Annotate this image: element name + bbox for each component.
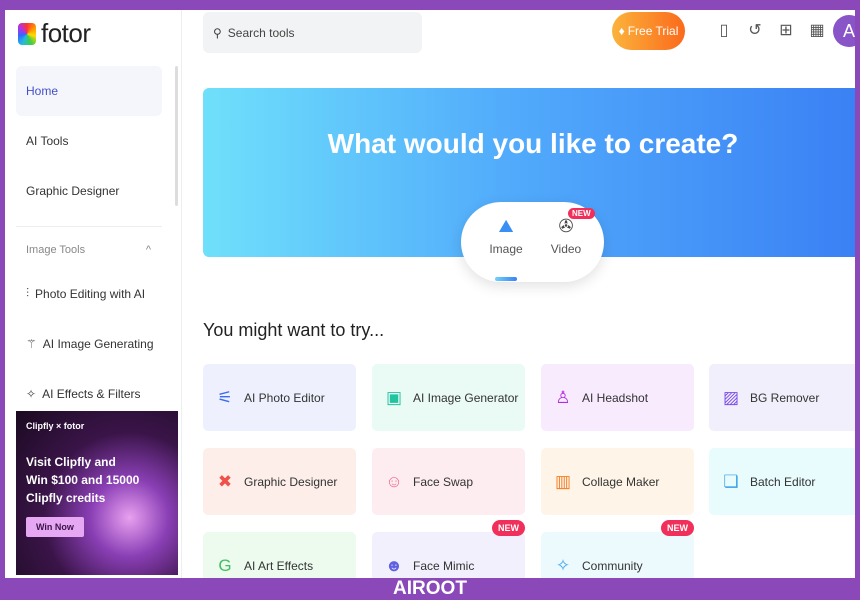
tool-label: Face Swap (413, 474, 474, 489)
tool-icon: ▨ (722, 387, 740, 407)
banner-brand: Clipfly × fotor (26, 421, 85, 431)
tool-card[interactable]: ♙ AI Headshot (541, 364, 694, 431)
new-badge: NEW (568, 208, 595, 219)
sidebar-item-photo-editing[interactable]: ⫶ Photo Editing with AI (26, 286, 145, 301)
label: AI Effects & Filters (42, 387, 141, 401)
avatar[interactable]: A (833, 15, 855, 47)
new-badge: NEW (492, 520, 525, 536)
history-icon[interactable]: ↺ (745, 20, 765, 40)
tool-label: Face Mimic (413, 558, 475, 573)
sidebar-scrollbar[interactable] (175, 66, 178, 206)
sliders-icon: ⫶ (26, 286, 30, 300)
tool-label: AI Image Generator (413, 390, 519, 405)
active-tab-indicator (495, 277, 517, 281)
sidebar-item-graphic-designer[interactable]: Graphic Designer (16, 166, 162, 216)
tool-card[interactable]: ☺ Face Swap (372, 448, 525, 515)
tool-label: Graphic Designer (244, 474, 338, 489)
clipfly-promo-banner[interactable]: Clipfly × fotor Visit Clipfly and Win $10… (16, 411, 178, 575)
logo-text: fotor (41, 18, 91, 48)
logo[interactable]: fotor (18, 18, 91, 49)
watermark: AIROOT (393, 578, 467, 599)
chevron-up-icon[interactable]: ^ (146, 244, 151, 256)
win-now-button[interactable]: Win Now (26, 517, 84, 537)
tab-label: Image (489, 242, 523, 256)
search-placeholder: Search tools (227, 25, 295, 40)
tool-icon: ⚟ (217, 387, 233, 407)
tool-icon: ✧ (555, 555, 571, 575)
mobile-icon[interactable]: ▯ (714, 20, 734, 40)
free-trial-button[interactable]: ♦ Free Trial (612, 12, 685, 50)
sidebar-item-ai-tools[interactable]: AI Tools (16, 116, 162, 166)
film-reel-icon: ✇ NEW (541, 208, 595, 242)
section-label: Image Tools (26, 244, 86, 256)
section-title: You might want to try... (203, 320, 385, 340)
sidebar: fotor Home AI Tools Graphic Designer Ima… (5, 10, 182, 578)
tool-icon: ❏ (723, 471, 739, 491)
tool-card[interactable]: G AI Art Effects (203, 532, 356, 578)
gift-icon[interactable]: ⊞ (776, 20, 796, 40)
search-icon: ⚲ (213, 25, 222, 40)
effects-icon: ✧ (26, 387, 37, 401)
hero-title: What would you like to create? (327, 128, 739, 159)
section-image-tools[interactable]: Image Tools ^ (26, 244, 151, 256)
tool-card[interactable]: ✧ Community NEW (541, 520, 694, 578)
app-window: fotor Home AI Tools Graphic Designer Ima… (5, 10, 855, 578)
diamond-icon: ♦ (618, 24, 625, 38)
tool-label: AI Photo Editor (244, 390, 325, 405)
tool-label: BG Remover (750, 390, 820, 405)
tool-label: AI Headshot (582, 390, 649, 405)
tab-video[interactable]: ✇ NEW Video (541, 208, 595, 256)
tool-label: Collage Maker (582, 474, 660, 489)
fotor-logo-icon (18, 22, 36, 45)
sidebar-item-ai-effects[interactable]: ✧ AI Effects & Filters (26, 387, 141, 401)
label: AI Image Generating (42, 337, 154, 351)
tab-image[interactable]: ⛰ Image (481, 216, 531, 256)
tool-icon: G (218, 555, 232, 575)
tool-card[interactable]: ▥ Collage Maker (541, 448, 694, 515)
tool-card[interactable]: ☻ Face Mimic NEW (372, 520, 525, 578)
search-input[interactable]: ⚲ Search tools (203, 12, 422, 53)
banner-line: Win $100 and 15000 (26, 473, 140, 487)
tool-label: AI Art Effects (244, 558, 314, 573)
tool-icon: ☺ (385, 471, 403, 491)
tool-icon: ☻ (385, 555, 403, 575)
tool-card[interactable]: ▣ AI Image Generator (372, 364, 525, 431)
label: Photo Editing with AI (35, 286, 146, 301)
tool-icon: ✖ (217, 471, 233, 491)
tool-label: Batch Editor (750, 474, 816, 489)
banner-line: Visit Clipfly and (26, 455, 116, 469)
tool-label: Community (582, 558, 643, 573)
tool-card[interactable]: ▨ BG Remover (709, 364, 855, 431)
tool-card[interactable]: ⚟ AI Photo Editor (203, 364, 356, 431)
banner-line: Clipfly credits (26, 491, 106, 505)
sidebar-item-ai-image-generating[interactable]: ⚚ AI Image Generating (26, 337, 154, 351)
sidebar-item-home[interactable]: Home (16, 66, 162, 116)
tool-icon: ▣ (385, 387, 403, 407)
tool-card[interactable]: ❏ Batch Editor (709, 448, 855, 515)
apps-grid-icon[interactable]: ▦ (807, 20, 827, 40)
tool-icon: ▥ (554, 471, 572, 491)
divider (16, 226, 162, 227)
create-type-switch: ⛰ Image ✇ NEW Video (461, 202, 604, 282)
tool-card[interactable]: ✖ Graphic Designer (203, 448, 356, 515)
magic-wand-icon: ⚚ (26, 337, 37, 351)
tab-label: Video (550, 242, 582, 256)
tool-icon: ♙ (555, 387, 571, 407)
free-trial-label: Free Trial (627, 24, 679, 38)
new-badge: NEW (661, 520, 694, 536)
image-icon: ⛰ (498, 216, 514, 236)
